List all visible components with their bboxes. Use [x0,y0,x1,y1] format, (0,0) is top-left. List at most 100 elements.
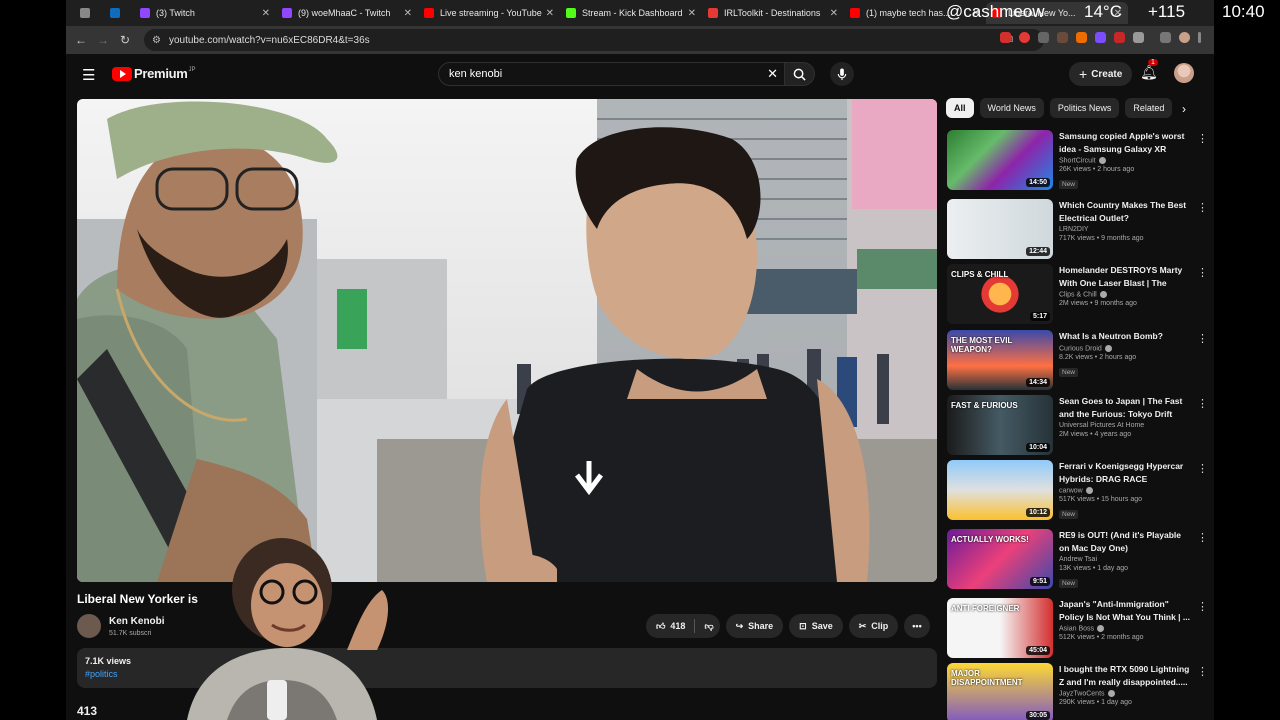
close-tab-icon[interactable]: ✕ [404,8,412,19]
recommendation-title[interactable]: Japan's "Anti-Immigration" Policy Is Not… [1059,598,1191,623]
recommendation-item[interactable]: MAJOR DISAPPOINTMENT 30:05 I bought the RT… [947,663,1212,720]
share-button[interactable]: ↪ Share [725,614,784,638]
recommendation-item[interactable]: ANTI FOREIGNER 45:04 Japan's "Anti-Immigra… [947,598,1212,660]
browser-tab[interactable]: (9) woeMhaaC - Twitch ✕ [276,2,418,24]
recommendation-item[interactable]: 12:44 Which Country Makes The Best Electr… [947,199,1212,261]
chip-world-news[interactable]: World News [979,98,1044,118]
recommendation-item[interactable]: FAST & FURIOUS 10:04 Sean Goes to Japan | … [947,395,1212,457]
clear-search-icon[interactable]: ✕ [767,66,778,82]
chip-all[interactable]: All [946,98,974,118]
recommendation-title[interactable]: Ferrari v Koenigsegg Hypercar Hybrids: D… [1059,460,1191,485]
recommendation-channel[interactable]: ShortCircuit [1059,157,1096,164]
media-icon[interactable] [1160,32,1171,43]
recommendation-channel[interactable]: Clips & Chill [1059,291,1097,298]
more-vertical-icon[interactable]: ⋮ [1197,332,1208,345]
thumbs-up-icon[interactable]: 👍︎ [656,621,665,632]
browser-tab[interactable] [74,2,104,24]
more-vertical-icon[interactable]: ⋮ [1197,665,1208,678]
recommendation-channel[interactable]: Asian Boss [1059,625,1094,632]
puzzle-icon[interactable] [1133,32,1144,43]
more-vertical-icon[interactable]: ⋮ [1197,531,1208,544]
recommendation-channel[interactable]: JayzTwoCents [1059,690,1105,697]
recommendation-channel[interactable]: LRN2DIY [1059,226,1089,233]
extension-icon[interactable] [1038,32,1049,43]
search-input[interactable]: ken kenobi ✕ [438,62,785,86]
more-vertical-icon[interactable]: ⋮ [1197,266,1208,279]
browser-tab[interactable]: (3) Twitch ✕ [134,2,276,24]
recommendation-title[interactable]: RE9 is OUT! (And it's Playable on Mac Da… [1059,529,1191,554]
recommendation-title[interactable]: Which Country Makes The Best Electrical … [1059,199,1191,224]
chevron-right-icon[interactable]: › [1182,102,1186,116]
video-thumbnail[interactable]: ANTI FOREIGNER 45:04 [947,598,1053,658]
create-button[interactable]: + Create [1069,62,1133,86]
close-tab-icon[interactable]: ✕ [830,8,838,19]
chip-politics-news[interactable]: Politics News [1049,98,1120,118]
browser-tab[interactable] [104,2,134,24]
video-thumbnail[interactable]: CLIPS & CHILL 5:17 [947,264,1053,324]
more-vertical-icon[interactable]: ⋮ [1197,132,1208,145]
recommendation-title[interactable]: Homelander DESTROYS Marty With One Laser… [1059,264,1191,289]
chip-related[interactable]: Related [1125,98,1173,118]
browser-tab[interactable]: Stream - Kick Dashboard ✕ [560,2,702,24]
recommendation-item[interactable]: 10:12 Ferrari v Koenigsegg Hypercar Hybri… [947,460,1212,522]
account-avatar[interactable] [1174,63,1194,83]
recommendation-item[interactable]: THE MOST EVIL WEAPON? 14:34 What Is a Neut… [947,330,1212,392]
recommendation-title[interactable]: What Is a Neutron Bomb? [1059,330,1191,343]
logo-region: JP [188,66,196,73]
extension-icon[interactable] [1095,32,1106,43]
video-thumbnail[interactable]: MAJOR DISAPPOINTMENT 30:05 [947,663,1053,720]
save-button[interactable]: ⊡ Save [789,614,843,638]
subscriber-count: 51.7K subscri [109,630,152,637]
extension-icon[interactable] [1076,32,1087,43]
new-badge: New [1059,510,1079,520]
channel-name[interactable]: Ken Kenobi [109,616,165,627]
extension-icon[interactable] [1057,32,1068,43]
menu-kebab-icon[interactable] [1198,32,1201,43]
address-bar[interactable]: ⚙ youtube.com/watch?v=nu6xEC86DR4&t=36s … [144,29,1044,51]
more-vertical-icon[interactable]: ⋮ [1197,600,1208,613]
video-thumbnail[interactable]: 14:50 [947,130,1053,190]
video-thumbnail[interactable]: THE MOST EVIL WEAPON? 14:34 [947,330,1053,390]
browser-tab[interactable]: Live streaming - YouTube ✕ [418,2,560,24]
recommendation-channel[interactable]: Curious Droid [1059,345,1102,352]
video-thumbnail[interactable]: FAST & FURIOUS 10:04 [947,395,1053,455]
video-thumbnail[interactable]: ACTUALLY WORKS! 9:51 [947,529,1053,589]
extension-icon[interactable] [1114,32,1125,43]
forward-icon[interactable]: → [92,33,114,47]
recommendation-item[interactable]: ACTUALLY WORKS! 9:51 RE9 is OUT! (And it's… [947,529,1212,591]
more-vertical-icon[interactable]: ⋮ [1197,397,1208,410]
video-thumbnail[interactable]: 12:44 [947,199,1053,259]
close-tab-icon[interactable]: ✕ [688,8,696,19]
like-dislike-button[interactable]: 👍︎ 418 👎︎ [646,614,720,638]
extension-icon[interactable] [1019,32,1030,43]
voice-search-button[interactable] [830,62,854,86]
more-actions-button[interactable]: ••• [904,614,930,638]
youtube-premium-logo[interactable]: Premium JP [112,66,196,81]
recommendation-title[interactable]: I bought the RTX 5090 Lightning Z and I'… [1059,663,1191,688]
more-vertical-icon[interactable]: ⋮ [1197,201,1208,214]
recommendation-channel[interactable]: carwow [1059,487,1083,494]
menu-icon[interactable]: ☰ [82,66,95,84]
recommendation-title[interactable]: Sean Goes to Japan | The Fast and the Fu… [1059,395,1191,420]
search-button[interactable] [785,62,815,86]
back-icon[interactable]: ← [70,33,92,47]
extension-icon[interactable] [1000,32,1011,43]
profile-avatar-icon[interactable] [1179,32,1190,43]
channel-avatar[interactable] [77,614,101,638]
reload-icon[interactable]: ↻ [114,33,136,47]
recommendation-channel[interactable]: Universal Pictures At Home [1059,422,1144,429]
video-thumbnail[interactable]: 10:12 [947,460,1053,520]
site-info-icon[interactable]: ⚙ [152,35,161,46]
recommendation-title[interactable]: Samsung copied Apple's worst idea - Sams… [1059,130,1191,155]
recommendation-channel[interactable]: Andrew Tsai [1059,556,1097,563]
recommendation-item[interactable]: 14:50 Samsung copied Apple's worst idea -… [947,130,1212,192]
notifications-button[interactable]: 🔔︎ 1 [1140,59,1158,81]
recommendation-item[interactable]: CLIPS & CHILL 5:17 Homelander DESTROYS Mar… [947,264,1212,326]
close-tab-icon[interactable]: ✕ [262,8,270,19]
close-tab-icon[interactable]: ✕ [546,8,554,19]
video-player[interactable] [77,99,937,582]
more-vertical-icon[interactable]: ⋮ [1197,462,1208,475]
clip-button[interactable]: ✂ Clip [848,614,899,638]
browser-tab[interactable]: IRLToolkit - Destinations ✕ [702,2,844,24]
thumbs-down-icon[interactable]: 👎︎ [704,621,713,632]
